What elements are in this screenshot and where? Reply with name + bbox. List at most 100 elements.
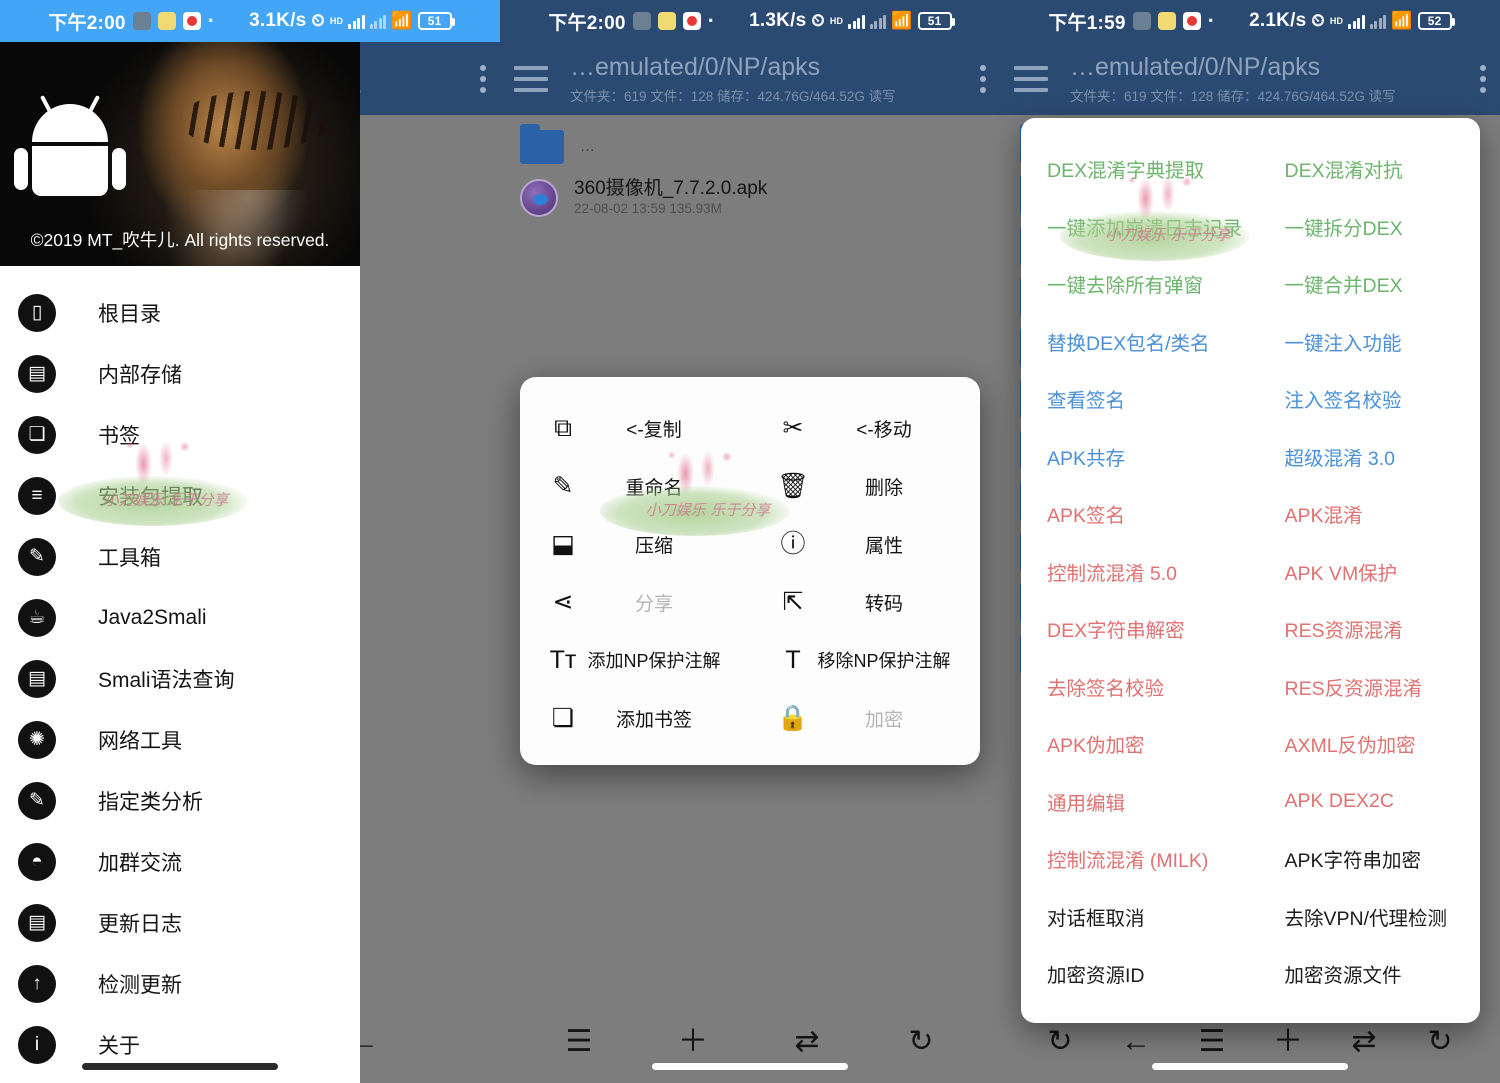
- tools-menu-item-27[interactable]: 去除VPN/代理检测: [1251, 888, 1481, 946]
- tools-menu-item-8[interactable]: 查看签名: [1021, 370, 1251, 428]
- plus-icon[interactable]: ＋: [666, 1027, 720, 1057]
- sdcard-icon: ▤: [18, 355, 56, 393]
- tools-menu-item-18[interactable]: 去除签名校验: [1021, 658, 1251, 716]
- tools-menu-item-19[interactable]: RES反资源混淆: [1251, 658, 1481, 716]
- bottom-toolbar-2: ☰ ＋ ⇄ ↻: [500, 1000, 1000, 1083]
- context-menu-item-0[interactable]: ⧉<-复制: [520, 399, 750, 457]
- tools-menu-item-25[interactable]: APK字符串加密: [1251, 830, 1481, 888]
- context-menu-item-3[interactable]: 🗑删除: [750, 457, 980, 515]
- signal-bars-icon: [1348, 14, 1365, 29]
- recorder-notification-icon: [683, 12, 701, 30]
- swap-icon[interactable]: ⇄: [780, 1027, 834, 1057]
- refresh-icon[interactable]: ↻: [894, 1027, 948, 1057]
- drawer-item-3[interactable]: ≡安装包提取: [0, 465, 360, 526]
- wifi-icon: 📶: [391, 11, 412, 31]
- drawer-item-1[interactable]: ▤内部存储: [0, 343, 360, 404]
- tools-menu-item-24[interactable]: 控制流混淆 (MILK): [1021, 830, 1251, 888]
- file-context-menu[interactable]: ⧉<-复制✂<-移动✎重命名🗑删除⬓压缩ⓘ属性⋖分享⇱转码Tт添加NP保护注解T…: [520, 377, 980, 765]
- refresh-icon[interactable]: ↻: [1413, 1027, 1467, 1057]
- context-menu-item-label: 删除: [810, 473, 980, 500]
- context-menu-grid[interactable]: ⧉<-复制✂<-移动✎重命名🗑删除⬓压缩ⓘ属性⋖分享⇱转码Tт添加NP保护注解T…: [520, 399, 980, 747]
- tools-menu-item-2[interactable]: 一键添加崩溃日志记录: [1021, 198, 1251, 256]
- drawer-item-2[interactable]: ❏书签: [0, 404, 360, 465]
- context-menu-item-8[interactable]: Tт添加NP保护注解: [520, 631, 750, 689]
- tools-menu-item-23[interactable]: APK DEX2C: [1251, 773, 1481, 831]
- tools-menu-item-11[interactable]: 超级混淆 3.0: [1251, 428, 1481, 486]
- tools-menu-item-3[interactable]: 一键拆分DEX: [1251, 198, 1481, 256]
- context-menu-item-label: 转码: [810, 589, 980, 616]
- home-indicator-1: [82, 1063, 278, 1070]
- tools-menu-item-7[interactable]: 一键注入功能: [1251, 313, 1481, 371]
- context-menu-item-7[interactable]: ⇱转码: [750, 573, 980, 631]
- navigation-drawer[interactable]: ©2019 MT_吹牛儿. All rights reserved. ▯根目录▤…: [0, 42, 360, 1083]
- phone-icon: ▯: [18, 294, 56, 332]
- overflow-menu-button-2[interactable]: [980, 65, 986, 93]
- drawer-toggle-button-3[interactable]: [1014, 66, 1048, 92]
- file-row[interactable]: 360摄像机_7.7.2.0.apk22-08-02 13:59 135.93M: [500, 172, 1000, 223]
- tools-menu-item-13[interactable]: APK混淆: [1251, 485, 1481, 543]
- tools-menu-item-16[interactable]: DEX字符串解密: [1021, 600, 1251, 658]
- tools-menu-item-10[interactable]: APK共存: [1021, 428, 1251, 486]
- drawer-item-4[interactable]: ✎工具箱: [0, 526, 360, 587]
- tools-menu-grid[interactable]: DEX混淆字典提取DEX混淆对抗一键添加崩溃日志记录一键拆分DEX一键去除所有弹…: [1021, 140, 1480, 1003]
- context-menu-item-2[interactable]: ✎重命名: [520, 457, 750, 515]
- pencil-icon: ✎: [546, 474, 580, 499]
- tools-menu-item-29[interactable]: 加密资源文件: [1251, 945, 1481, 1003]
- tools-menu-item-15[interactable]: APK VM保护: [1251, 543, 1481, 601]
- drawer-item-5[interactable]: ☕Java2Smali: [0, 587, 360, 648]
- list-menu-icon[interactable]: ☰: [552, 1027, 606, 1057]
- drawer-item-8[interactable]: ✎指定类分析: [0, 770, 360, 831]
- tools-menu-item-9[interactable]: 注入签名校验: [1251, 370, 1481, 428]
- tools-menu-item-28[interactable]: 加密资源ID: [1021, 945, 1251, 1003]
- drawer-item-6[interactable]: ▤Smali语法查询: [0, 648, 360, 709]
- context-menu-item-label: 添加书签: [580, 705, 750, 732]
- list-menu-icon[interactable]: ☰: [1185, 1027, 1239, 1057]
- context-menu-item-1[interactable]: ✂<-移动: [750, 399, 980, 457]
- plus-icon[interactable]: ＋: [1261, 1027, 1315, 1057]
- context-menu-item-label: <-移动: [810, 415, 980, 442]
- tools-menu-item-17[interactable]: RES资源混淆: [1251, 600, 1481, 658]
- drawer-toggle-button-2[interactable]: [514, 66, 548, 92]
- context-menu-item-5[interactable]: ⓘ属性: [750, 515, 980, 573]
- refresh-icon[interactable]: ↻: [1033, 1027, 1087, 1057]
- tools-menu-item-26[interactable]: 对话框取消: [1021, 888, 1251, 946]
- java-icon: ☕: [18, 599, 56, 637]
- path-title-2: …emulated/0/NP/apks: [570, 53, 972, 82]
- back-arrow-icon[interactable]: ←: [1109, 1027, 1163, 1057]
- tools-menu-item-22[interactable]: 通用编辑: [1021, 773, 1251, 831]
- drawer-item-7[interactable]: ✺网络工具: [0, 709, 360, 770]
- tools-menu-item-0[interactable]: DEX混淆字典提取: [1021, 140, 1251, 198]
- tools-menu-item-14[interactable]: 控制流混淆 5.0: [1021, 543, 1251, 601]
- tools-menu-item-6[interactable]: 替换DEX包名/类名: [1021, 313, 1251, 371]
- file-meta: …: [580, 136, 597, 158]
- drawer-item-10[interactable]: ▤更新日志: [0, 892, 360, 953]
- tools-menu-item-1[interactable]: DEX混淆对抗: [1251, 140, 1481, 198]
- tools-menu-item-4[interactable]: 一键去除所有弹窗: [1021, 255, 1251, 313]
- context-menu-item-label: <-复制: [580, 415, 750, 442]
- tools-menu-item-5[interactable]: 一键合并DEX: [1251, 255, 1481, 313]
- context-menu-item-9[interactable]: T移除NP保护注解: [750, 631, 980, 689]
- path-subtitle-3: 文件夹：619 文件：128 储存：424.76G/464.52G 读写: [1070, 85, 1472, 105]
- tiktok-notification-icon: [133, 12, 151, 30]
- overflow-menu-button-1[interactable]: [480, 65, 486, 93]
- overflow-menu-button-3[interactable]: [1480, 65, 1486, 93]
- tools-menu-item-12[interactable]: APK签名: [1021, 485, 1251, 543]
- home-indicator-2: [652, 1063, 848, 1070]
- context-menu-item-10[interactable]: ❏添加书签: [520, 689, 750, 747]
- alarm-icon: ⏲: [1311, 11, 1324, 31]
- clipboard-icon: ▤: [18, 660, 56, 698]
- context-menu-item-4[interactable]: ⬓压缩: [520, 515, 750, 573]
- drawer-item-9[interactable]: ◓加群交流: [0, 831, 360, 892]
- file-row[interactable]: …: [500, 121, 1000, 172]
- apk-tools-menu[interactable]: DEX混淆字典提取DEX混淆对抗一键添加崩溃日志记录一键拆分DEX一键去除所有弹…: [1021, 118, 1480, 1023]
- signal-bars-icon: [348, 14, 365, 29]
- drawer-item-11[interactable]: ↑检测更新: [0, 953, 360, 1014]
- drawer-item-0[interactable]: ▯根目录: [0, 282, 360, 343]
- android-body: [32, 146, 108, 196]
- note-notification-icon: [1158, 12, 1176, 30]
- drawer-item-list[interactable]: ▯根目录▤内部存储❏书签≡安装包提取✎工具箱☕Java2Smali▤Smali语…: [0, 266, 360, 1075]
- signal-bars-secondary-icon: [1370, 14, 1387, 29]
- tools-menu-item-20[interactable]: APK伪加密: [1021, 715, 1251, 773]
- swap-icon[interactable]: ⇄: [1337, 1027, 1391, 1057]
- tools-menu-item-21[interactable]: AXML反伪加密: [1251, 715, 1481, 773]
